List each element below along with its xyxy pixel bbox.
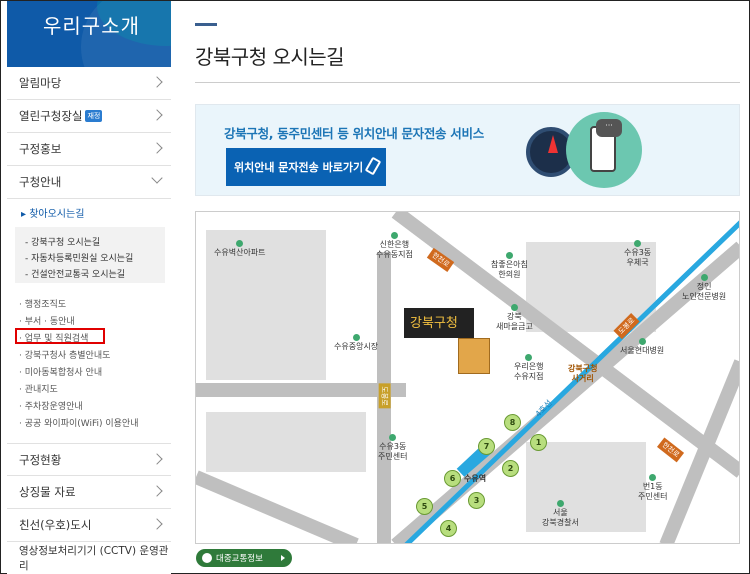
sms-send-button[interactable]: 위치안내 문자전송 바로가기 <box>226 148 386 186</box>
sidebar-submenu: ▸ 찾아오시는길 - 강북구청 오시는길 - 자동차등록민원실 오시는길 - 건… <box>7 197 171 437</box>
map-label-chamjoeun: 참좋은아침 한의원 <box>491 252 528 279</box>
sidebar-item-label: 친선(우호)도시 <box>19 518 92 532</box>
submenu-link-org-chart[interactable]: · 행정조직도 <box>19 297 66 310</box>
subway-exit-2: 2 <box>502 460 519 477</box>
submenu-link-gangbuk-office[interactable]: - 강북구청 오시는길 <box>25 235 100 248</box>
subway-exit-5: 5 <box>416 498 433 515</box>
map-pin-icon <box>505 252 513 259</box>
sidebar-item-sister-cities[interactable]: 친선(우호)도시 <box>7 509 171 542</box>
sidebar-item-mayor[interactable]: 열린구청장실 재정 <box>7 100 171 133</box>
chevron-right-icon <box>151 518 163 530</box>
subway-exit-4: 4 <box>440 520 457 537</box>
subway-exit-6: 6 <box>444 470 461 487</box>
sms-send-button-label: 위치안내 문자전송 바로가기 <box>234 161 364 174</box>
map-label-suyu-station: 수유역 <box>464 474 487 483</box>
map-label-suyu3-center: 수유3동 주민센터 <box>378 434 407 461</box>
map-pin-icon <box>510 304 518 311</box>
subway-exit-8: 8 <box>504 414 521 431</box>
sms-service-banner: 강북구청, 동주민센터 등 위치안내 문자전송 서비스 위치안내 문자전송 바로… <box>195 104 740 196</box>
map-label-hyundai-hospital: 서울현대병원 <box>620 338 664 356</box>
subway-exit-7: 7 <box>478 438 495 455</box>
map-pin-icon <box>556 500 564 507</box>
subway-exit-3: 3 <box>468 492 485 509</box>
map-pin-icon <box>649 474 657 481</box>
map-road-label: 도봉로 <box>378 383 391 409</box>
map-label-crossroad: 강북구청 사거리 <box>568 364 598 383</box>
submenu-link-car-registration[interactable]: - 자동차등록민원실 오시는길 <box>25 251 133 264</box>
sidebar-item-notice[interactable]: 알림마당 <box>7 67 171 100</box>
submenu-link-mia-complex[interactable]: · 미아동복합청사 안내 <box>19 365 102 378</box>
map-label-jeongin-hospital: 정인 노인전문병원 <box>682 274 726 301</box>
gangbuk-office-sign: 강북구청 <box>404 308 474 338</box>
map-label-post-office: 수유3동 우체국 <box>624 240 651 267</box>
map-pin-icon <box>525 354 533 361</box>
chat-bubble-icon: ··· <box>596 119 622 137</box>
chevron-right-icon <box>151 453 163 465</box>
chevron-down-icon <box>151 172 163 184</box>
sidebar-item-label: 영상정보처리기기 (CCTV) 운영관리 <box>19 545 169 572</box>
map-pin-icon <box>634 240 642 247</box>
map-label-shinhan-bank: 신한은행 수유동지점 <box>376 232 413 259</box>
sidebar: 우리구소개 알림마당 열린구청장실 재정 구정홍보 구청안내 ▸ 찾아오시는길 … <box>7 1 171 574</box>
sidebar-item-label: 알림마당 <box>19 76 62 90</box>
map-label-saemaul: 강북 새마을금고 <box>496 304 533 331</box>
chevron-right-icon <box>151 109 163 121</box>
sidebar-item-label: 상징물 자료 <box>19 485 76 499</box>
submenu-link-construction-bureau[interactable]: - 건설안전교통국 오시는길 <box>25 267 125 280</box>
sidebar-header: 우리구소개 <box>7 1 171 67</box>
office-building-icon <box>458 338 490 374</box>
map-pin-icon <box>638 338 646 345</box>
map-label-woori-bank: 우리은행 수유지점 <box>514 354 543 381</box>
submenu-link-floor-guide[interactable]: · 강북구청사 층별안내도 <box>19 348 110 361</box>
page-title: 강북구청 오시는길 <box>195 45 345 69</box>
map-pin-icon <box>700 274 708 281</box>
map-label-beon1-center: 번1동 주민센터 <box>638 474 667 501</box>
sidebar-item-label: 열린구청장실 <box>19 109 83 123</box>
map-pin-icon <box>236 240 244 247</box>
sidebar-item-pr[interactable]: 구정홍보 <box>7 133 171 166</box>
submenu-link-parking[interactable]: · 주차장운영안내 <box>19 399 83 412</box>
subway-exit-1: 1 <box>530 434 547 451</box>
submenu-link-wifi[interactable]: · 공공 와이파이(WiFi) 이용안내 <box>19 416 139 429</box>
public-transit-button-label: 대중교통정보 <box>216 554 263 564</box>
chevron-right-icon <box>151 485 163 497</box>
title-accent <box>195 23 217 26</box>
sidebar-title: 우리구소개 <box>43 14 140 38</box>
sidebar-item-label: 구정홍보 <box>19 142 62 156</box>
highlight-box <box>15 328 105 344</box>
submenu-link-district-map[interactable]: · 관내지도 <box>19 382 58 395</box>
status-badge: 재정 <box>85 110 103 122</box>
banner-text: 강북구청, 동주민센터 등 위치안내 문자전송 서비스 <box>224 126 484 141</box>
submenu-link-departments[interactable]: · 부서 · 동안내 <box>19 314 75 327</box>
sidebar-item-symbols[interactable]: 상징물 자료 <box>7 476 171 509</box>
sidebar-item-label: 구청안내 <box>19 175 62 189</box>
sidebar-item-status[interactable]: 구정현황 <box>7 443 171 476</box>
map-label-suyu-byucksan: 수유벽산아파트 <box>214 240 266 258</box>
submenu-current-item[interactable]: ▸ 찾아오시는길 <box>21 205 84 220</box>
public-transit-button[interactable]: 대중교통정보 <box>196 549 292 567</box>
sidebar-item-office-info[interactable]: 구청안내 <box>7 166 171 199</box>
map-pin-icon <box>389 434 397 441</box>
sidebar-item-cctv[interactable]: 영상정보처리기기 (CCTV) 운영관리 <box>7 542 171 574</box>
map-pin-icon <box>352 334 360 341</box>
road-lower-left <box>196 470 359 543</box>
chevron-right-icon <box>151 142 163 154</box>
location-map[interactable]: 수유벽산아파트 신한은행 수유동지점 한천로 참좋은아침 한의원 수유3동 우체… <box>195 211 740 544</box>
divider <box>195 82 740 83</box>
sidebar-item-label: 구정현황 <box>19 452 62 467</box>
map-label-market: 수유중앙시장 <box>334 334 378 352</box>
phone-icon <box>364 156 382 176</box>
map-pin-icon <box>390 232 398 239</box>
map-label-police: 서울 강북경찰서 <box>542 500 579 527</box>
chevron-right-icon <box>151 76 163 88</box>
